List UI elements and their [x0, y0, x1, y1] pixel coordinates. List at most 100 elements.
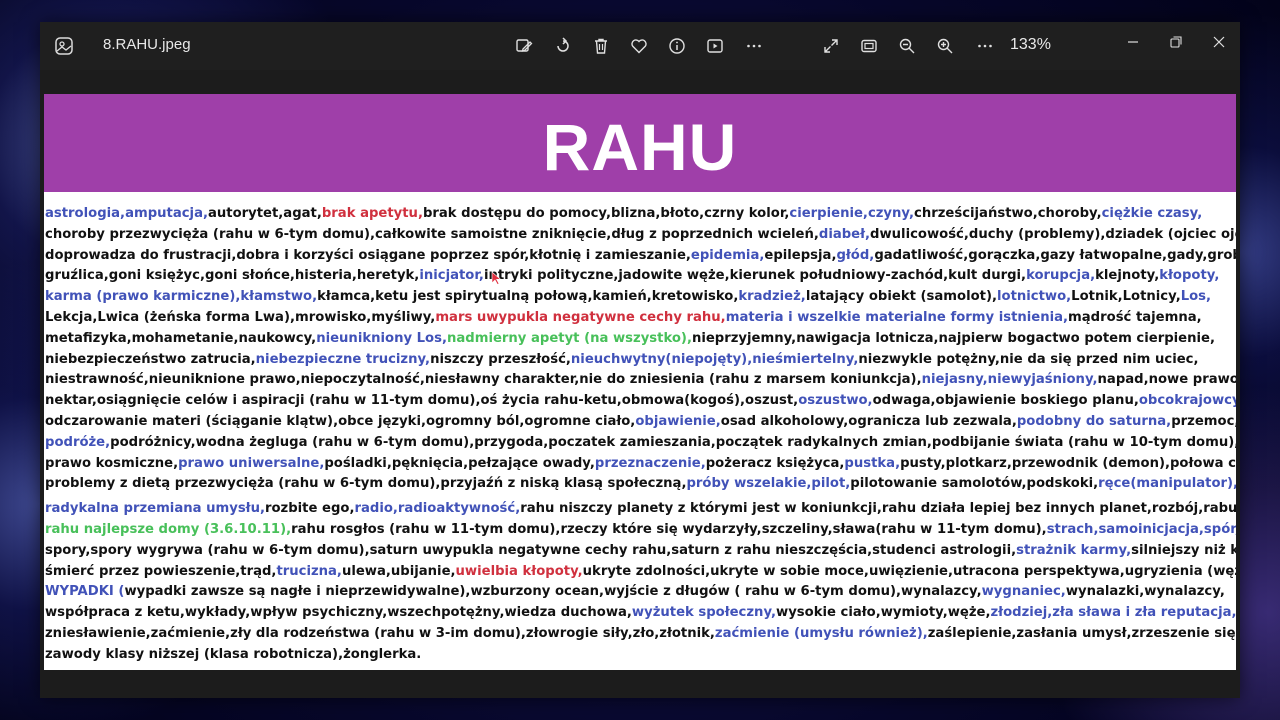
image-viewport[interactable]: RAHU astrologia,amputacja,autorytet,agat…: [40, 70, 1240, 698]
window-title: 8.RAHU.jpeg: [103, 36, 191, 53]
text-segment: pośladki,pęknięcia,pełzające owady,: [324, 455, 595, 471]
photos-app-icon: [54, 36, 74, 56]
text-line: WYPADKI (wypadki zawsze są nagłe i niepr…: [45, 582, 1233, 603]
more-zoom-icon[interactable]: [973, 34, 997, 58]
text-line: spory,spory wygrywa (rahu w 6-tym domu),…: [45, 541, 1236, 562]
zoom-level[interactable]: 133%: [1010, 36, 1051, 54]
text-segment: pustka,: [844, 455, 901, 471]
text-segment: przemoc,: [1171, 413, 1236, 429]
text-line: Lekcja,Lwica (żeńska forma Lwa),mrowisko…: [45, 308, 1233, 329]
zoom-out-icon[interactable]: [895, 34, 919, 58]
fullscreen-icon[interactable]: [819, 34, 843, 58]
text-segment: korupcja,: [1026, 268, 1096, 284]
text-segment: złodziej,zła sława i zła reputacja,: [990, 605, 1237, 621]
text-segment: nieunikniony Los,: [316, 330, 447, 346]
text-segment: rahu niszczy planety z którymi jest w ko…: [520, 501, 1236, 517]
text-segment: obcokrajowcy,: [1138, 393, 1236, 409]
text-segment: zniesławienie,zaćmienie,zły dla rodzeńst…: [45, 625, 715, 641]
slideshow-icon[interactable]: [703, 34, 727, 58]
text-segment: współpraca z ketu,wykłady,wpływ psychicz…: [45, 605, 632, 621]
text-segment: brak apetytu,: [321, 206, 423, 221]
photo-viewer-window: 8.RAHU.jpeg 133% RAHU astrologia,amputac…: [40, 22, 1240, 698]
zoom-in-icon[interactable]: [933, 34, 957, 58]
text-segment: pusty,plotkarz,przewodnik (demon),połowa…: [900, 455, 1236, 471]
text-segment: ręce(manipulator),: [1098, 476, 1236, 492]
text-segment: strażnik karmy,: [1016, 542, 1132, 558]
text-segment: podróże,: [45, 434, 111, 450]
text-segment: nieuchwytny(niepojęty),nieśmiertelny,: [570, 351, 859, 367]
text-segment: Lotnik,Lotnicy,: [1071, 289, 1181, 305]
text-segment: silniejszy niż księżyc,: [1131, 542, 1236, 558]
info-icon[interactable]: [665, 34, 689, 58]
text-segment: niebezpieczne trucizny,: [255, 351, 431, 367]
edit-image-icon[interactable]: [512, 34, 536, 58]
text-segment: Lekcja,Lwica (żeńska forma Lwa),mrowisko…: [45, 309, 436, 325]
delete-icon[interactable]: [589, 34, 613, 58]
text-segment: trucizna,: [276, 563, 342, 579]
minimize-icon[interactable]: [1113, 28, 1153, 56]
text-segment: intryki polityczne,jadowite węże,kierune…: [483, 268, 1027, 284]
text-segment: radykalna przemiana umysłu,: [45, 501, 265, 517]
text-line: doprowadza do frustracji,dobra i korzyśc…: [45, 246, 1236, 267]
text-segment: materia i wszelkie materialne formy istn…: [725, 309, 1069, 325]
text-line: prawo kosmiczne,prawo uniwersalne,poślad…: [45, 454, 1236, 475]
text-segment: pożeracz księżyca,: [705, 455, 845, 471]
displayed-image: RAHU astrologia,amputacja,autorytet,agat…: [44, 94, 1236, 670]
fit-icon[interactable]: [857, 34, 881, 58]
mouse-cursor-icon: [491, 270, 502, 285]
text-segment: lotnictwo,: [997, 289, 1072, 305]
text-segment: odczarowanie materi (ściąganie klątw),ob…: [45, 413, 636, 429]
text-segment: gadatliwość,gorączka,gazy łatwopalne,gad…: [874, 247, 1236, 263]
text-segment: próby wszelakie,pilot,: [686, 476, 851, 492]
text-segment: odwaga,objawienie boskiego planu,: [872, 393, 1139, 409]
text-segment: ukryte zdolności,ukryte w sobie moce,uwi…: [582, 563, 1236, 579]
text-segment: mądrość tajemna,: [1068, 309, 1202, 325]
text-segment: napad,nowe prawo,: [1097, 372, 1236, 388]
text-line: śmierć przez powieszenie,trąd,trucizna, u…: [45, 562, 1236, 583]
text-segment: śmierć przez powieszenie,trąd,: [45, 563, 277, 579]
text-line: astrologia,amputacja,autorytet,agat,brak…: [45, 204, 1233, 225]
restore-icon[interactable]: [1156, 28, 1196, 56]
favorite-icon[interactable]: [627, 34, 651, 58]
text-line: niestrawność,nieuniknione prawo,niepoczy…: [45, 370, 1236, 391]
text-line: zniesławienie,zaćmienie,zły dla rodzeńst…: [45, 624, 1236, 645]
text-segment: zaślepienie,zasłania umysł,zrzeszenie si…: [927, 625, 1236, 641]
text-line: metafizyka,mohametanie,naukowcy,nieunikn…: [45, 329, 1233, 350]
text-segment: wygnaniec,: [981, 584, 1066, 600]
text-segment: latający obiekt (samolot),: [805, 289, 997, 305]
text-segment: wypadki zawsze są nagłe i nieprzewidywal…: [124, 584, 982, 600]
text-segment: zawody klasy niższej (klasa robotnicza),…: [45, 646, 422, 662]
text-segment: spory,spory wygrywa (rahu w 6-tym domu),…: [45, 542, 1017, 558]
text-segment: oszustwo,: [798, 393, 873, 409]
text-segment: ciężkie czasy,: [1101, 206, 1203, 221]
text-segment: metafizyka,mohametanie,naukowcy,: [45, 330, 317, 346]
text-segment: mars uwypukla negatywne cechy rahu,: [435, 309, 726, 325]
text-segment: wyżutek społeczny,: [631, 605, 777, 621]
text-segment: brak dostępu do pomocy,blizna,błoto,czrn…: [422, 206, 790, 221]
text-segment: inicjator,: [419, 268, 484, 284]
text-segment: WYPADKI (: [45, 584, 125, 600]
rotate-icon[interactable]: [551, 34, 575, 58]
text-segment: kłamca,ketu jest spirytualną połową,kami…: [317, 289, 739, 305]
text-segment: niejasny,niewyjaśniony,: [921, 372, 1098, 388]
text-segment: epidemia,: [690, 247, 765, 263]
more-icon[interactable]: [742, 34, 766, 58]
close-icon[interactable]: [1199, 28, 1239, 56]
text-segment: pilotowanie samolotów,podskoki,: [850, 476, 1099, 492]
image-text-body: astrologia,amputacja,autorytet,agat,brak…: [45, 204, 1236, 666]
text-line: odczarowanie materi (ściąganie klątw),ob…: [45, 412, 1236, 433]
text-segment: nieprzyjemny,nawigacja lotnicza,najpierw…: [691, 330, 1215, 346]
text-segment: epilepsja,: [764, 247, 837, 263]
text-segment: prawo uniwersalne,: [178, 455, 325, 471]
text-segment: wysokie ciało,wymioty,węże,: [776, 605, 991, 621]
text-segment: gruźlica,goni księżyc,goni słońce,hister…: [45, 268, 420, 284]
text-segment: niestrawność,nieuniknione prawo,niepoczy…: [45, 372, 922, 388]
text-line: choroby przezwycięża (rahu w 6-tym domu)…: [45, 225, 1236, 246]
text-segment: głód,: [836, 247, 875, 263]
text-segment: niszczy przeszłość,: [430, 351, 571, 367]
text-segment: karma (prawo karmiczne),kłamstwo,: [45, 289, 318, 305]
text-segment: rahu najlepsze domy (3.6.10.11),: [45, 521, 292, 537]
text-line: rahu najlepsze domy (3.6.10.11),rahu ros…: [45, 520, 1236, 541]
text-line: współpraca z ketu,wykłady,wpływ psychicz…: [45, 603, 1236, 624]
text-segment: astrologia,amputacja,: [45, 206, 208, 221]
